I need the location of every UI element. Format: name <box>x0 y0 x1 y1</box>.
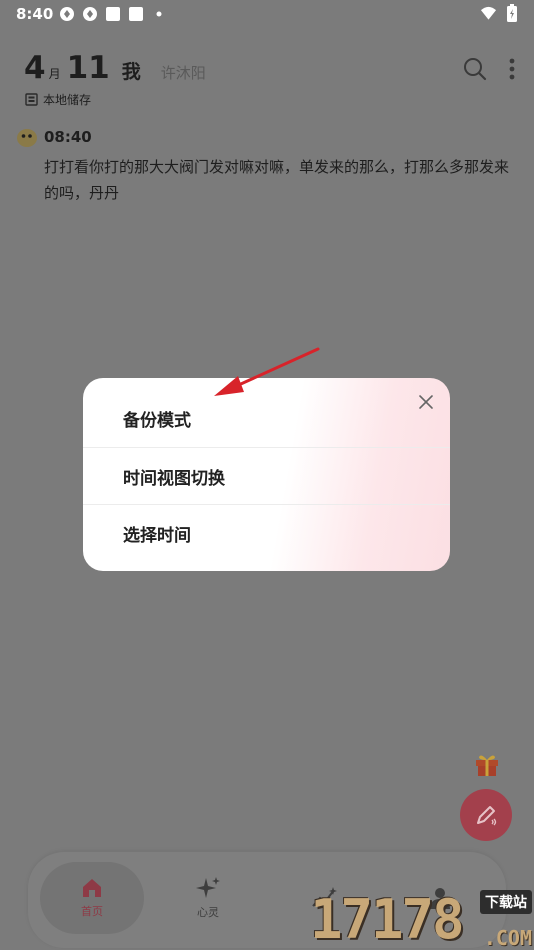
watermark-badge: 下载站 <box>480 890 532 914</box>
pen-icon <box>477 806 497 826</box>
storage-icon <box>25 93 38 106</box>
watermark-text: 17178 <box>310 888 465 950</box>
more-button[interactable] <box>505 56 519 82</box>
home-icon <box>83 879 101 897</box>
me-label: 我 <box>121 61 141 83</box>
battery-icon <box>503 3 520 22</box>
app-notification-icon <box>104 5 121 22</box>
date-header[interactable]: 4 月 11 我 许沐阳 <box>24 50 206 86</box>
options-popup: 备份模式 时间视图切换 选择时间 <box>83 378 450 571</box>
month-number: 11 <box>66 50 110 86</box>
gift-icon <box>476 755 498 776</box>
write-entry-button[interactable] <box>460 789 512 841</box>
dot-icon <box>150 5 167 22</box>
diary-entry[interactable]: 08:40 打打看你打的那大大阀门发对嘛对嘛，单发来的那么，打那么多那发来的吗，… <box>16 126 526 206</box>
gift-button[interactable] <box>473 750 501 778</box>
sync-icon <box>81 5 98 22</box>
nav-soul[interactable]: 心灵 <box>156 862 260 934</box>
site-watermark: 17178 下载站 .COM <box>310 884 534 950</box>
entry-time: 08:40 <box>44 128 92 146</box>
menu-item-select-time[interactable]: 选择时间 <box>83 504 450 561</box>
day-number: 4 <box>24 50 46 86</box>
mood-avatar-icon <box>17 129 37 147</box>
month-unit: 月 <box>48 67 61 81</box>
status-time: 8:40 <box>16 5 54 23</box>
menu-item-time-view-switch[interactable]: 时间视图切换 <box>83 447 450 504</box>
menu-item-backup-mode[interactable]: 备份模式 <box>83 390 450 447</box>
app-notification-icon <box>127 5 144 22</box>
storage-label: 本地储存 <box>43 93 92 107</box>
nav-home[interactable]: 首页 <box>40 862 144 934</box>
username: 许沐阳 <box>160 64 206 82</box>
search-icon <box>464 58 487 81</box>
more-vertical-icon <box>509 58 515 80</box>
sparkle-icon <box>196 877 220 898</box>
search-button[interactable] <box>462 56 488 82</box>
wifi-icon <box>480 4 497 21</box>
system-icons <box>480 3 520 22</box>
nav-soul-label: 心灵 <box>197 906 219 919</box>
storage-indicator[interactable]: 本地储存 <box>25 91 91 108</box>
status-bar: 8:40 <box>0 0 534 28</box>
sync-icon <box>58 5 75 22</box>
nav-home-label: 首页 <box>81 905 103 918</box>
watermark-suffix: .COM <box>483 926 532 950</box>
entry-text: 打打看你打的那大大阀门发对嘛对嘛，单发来的那么，打那么多那发来的吗，丹丹 <box>44 158 510 202</box>
notification-icons <box>58 5 167 22</box>
